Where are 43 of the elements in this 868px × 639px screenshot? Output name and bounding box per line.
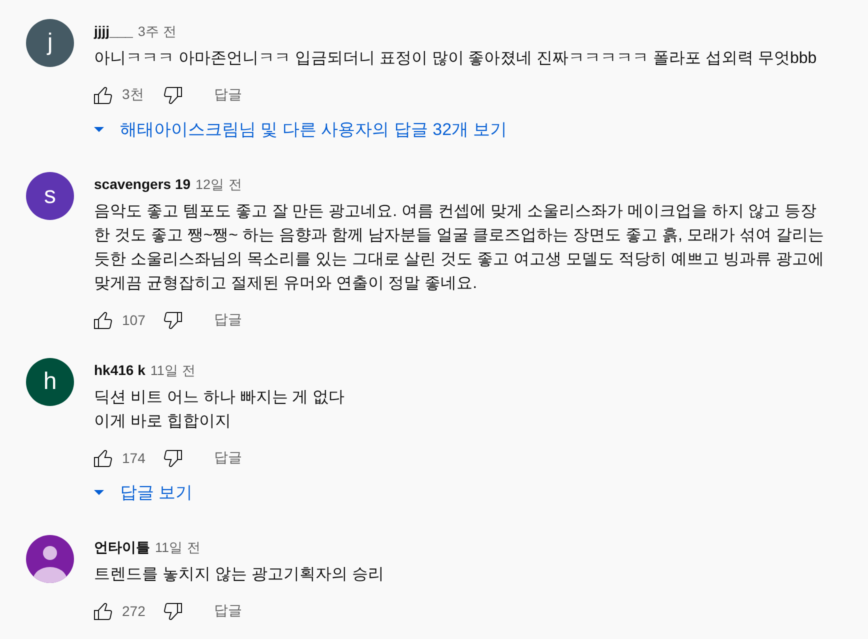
reply-button[interactable]: 답글 [214, 449, 242, 467]
comment-text: 아니ㅋㅋㅋ 아마존언니ㅋㅋ 입금되더니 표정이 많이 좋아졌네 진짜ㅋㅋㅋㅋㅋ 폴라포 섭외력 무엇bbb [94, 49, 818, 69]
thumbs-up-icon [94, 312, 112, 328]
like-button[interactable] [94, 602, 112, 620]
comment-text: 딕션 비트 어느 하나 빠지는 게 없다 이게 바로 힙합이지 [94, 388, 346, 432]
like-button[interactable] [94, 86, 112, 104]
reply-button[interactable]: 답글 [214, 311, 242, 329]
comment-time[interactable]: 11일 전 [155, 538, 201, 558]
comment-text: 트렌드를 놓치지 않는 광고기획자의 승리 [94, 565, 385, 585]
comment-time[interactable]: 11일 전 [150, 361, 196, 381]
view-replies-button[interactable]: 해태아이스크림님 및 다른 사용자의 답글 32개 보기 [94, 111, 508, 147]
comment-time[interactable]: 12일 전 [196, 175, 242, 195]
caret-down-icon [94, 490, 104, 494]
thumbs-down-icon [164, 450, 182, 466]
caret-down-icon [94, 126, 104, 132]
thumbs-down-icon [164, 312, 182, 328]
author-name[interactable]: scavengers 19 [94, 174, 191, 194]
avatar: s [26, 172, 74, 220]
avatar: h [26, 358, 74, 406]
dislike-button[interactable] [164, 86, 182, 104]
like-button[interactable] [94, 312, 112, 328]
author-name[interactable]: 언타이틀 [94, 537, 150, 557]
dislike-button[interactable] [164, 450, 182, 466]
thumbs-up-icon [94, 602, 112, 620]
view-replies-button[interactable]: 답글 보기 [94, 474, 193, 510]
like-button[interactable] [94, 450, 112, 466]
dislike-button[interactable] [164, 312, 182, 328]
comment-text: 음악도 좋고 템포도 좋고 잘 만든 광고네요. 여름 컨셉에 맞게 소울리스좌가 메이크업을 하지 않고 등장한 것도 좋고 쨍~쨍~ 하는 음향과 함께 남자분들 얼굴 클로즈업하는 장면도 좋고 흙, 모래가 섞여 갈리는 듯한 소울리스좌님의 목소리를 있는 그대로 살린 것도 좋고 여고생 모델도 적당히 예쁘고 빙과류 광고에 맞게끔 균형잡히고 절제된 유머와 연출이 정말 좋네요. [94, 202, 825, 294]
like-count: 174 [122, 450, 146, 466]
comment-time[interactable]: 3주 전 [138, 22, 178, 42]
like-count: 272 [122, 603, 146, 619]
thumbs-down-icon [164, 86, 182, 104]
like-count: 107 [122, 312, 146, 328]
author-name[interactable]: hk416 k [94, 360, 146, 380]
thumbs-down-icon [164, 602, 182, 620]
dislike-button[interactable] [164, 602, 182, 620]
like-count: 3천 [122, 86, 145, 104]
thumbs-up-icon [94, 86, 112, 104]
thumbs-up-icon [94, 450, 112, 466]
reply-button[interactable]: 답글 [214, 86, 242, 104]
avatar: j [26, 19, 74, 67]
reply-button[interactable]: 답글 [214, 602, 242, 620]
author-name[interactable]: jjjj___ [94, 21, 133, 41]
